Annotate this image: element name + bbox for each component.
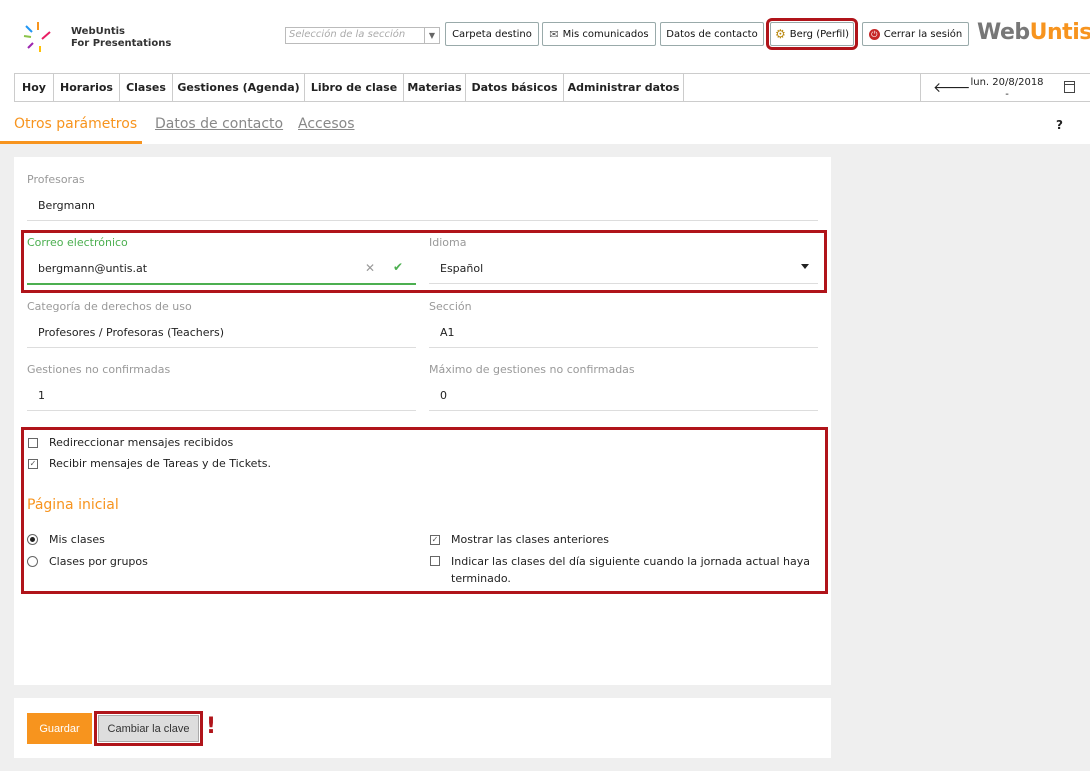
nav-item-subjects[interactable]: Materias	[403, 74, 465, 101]
logo-line2: For Presentations	[71, 38, 172, 49]
logo-text: WebUntis For Presentations	[71, 26, 171, 50]
profile-label: Berg (Perfil)	[789, 28, 850, 40]
max-unconfirmed-label: Máximo de gestiones no confirmadas	[429, 363, 635, 376]
profile-button[interactable]: ⚙ Berg (Perfil)	[766, 18, 858, 50]
teachers-field: Profesoras Bergmann	[27, 157, 818, 221]
date-navigator: 🡐 lun. 20/8/2018 -	[920, 74, 1090, 101]
calendar-icon[interactable]	[1064, 81, 1075, 93]
divider	[27, 410, 416, 411]
nav-item-classes[interactable]: Clases	[119, 74, 172, 101]
max-unconfirmed-field: Máximo de gestiones no confirmadas 0	[429, 347, 818, 411]
envelope-icon: ✉	[549, 27, 559, 41]
unconfirmed-value: 1	[38, 389, 45, 402]
nav-item-admin-data[interactable]: Administrar datos	[563, 74, 684, 101]
my-messages-label: Mis comunicados	[562, 28, 649, 40]
section-value: A1	[440, 326, 455, 339]
divider	[429, 410, 818, 411]
gear-icon: ⚙	[774, 27, 786, 41]
section-label: Sección	[429, 300, 472, 313]
logout-label: Cerrar la sesión	[883, 28, 963, 40]
target-folder-label: Carpeta destino	[452, 28, 532, 40]
brand-logo: WebUntis	[977, 20, 1090, 45]
power-icon: ⏻	[868, 28, 880, 40]
unconfirmed-field: Gestiones no confirmadas 1	[27, 347, 416, 411]
top-header: WebUntis For Presentations Selección de …	[0, 0, 1090, 72]
nav-item-master-data[interactable]: Datos básicos	[465, 74, 563, 101]
highlight-box-options	[21, 427, 828, 594]
nav-item-timetables[interactable]: Horarios	[53, 74, 119, 101]
sub-tabs: Otros parámetros Datos de contacto Acces…	[0, 103, 1090, 144]
teachers-label: Profesoras	[27, 173, 85, 186]
save-button[interactable]: Guardar	[27, 713, 92, 744]
section-select[interactable]: Selección de la sección ▼	[285, 27, 440, 44]
rights-category-value: Profesores / Profesoras (Teachers)	[38, 326, 225, 339]
section-select-placeholder: Selección de la sección	[289, 29, 406, 40]
contact-data-label: Datos de contacto	[666, 28, 758, 40]
chevron-down-icon: ▼	[424, 28, 439, 43]
tab-access[interactable]: Accesos	[298, 116, 355, 132]
teachers-value: Bergmann	[38, 199, 96, 212]
brand-logo-untis: Untis	[1029, 20, 1090, 45]
webuntis-logo-icon	[23, 22, 51, 52]
main-nav: Hoy Horarios Clases Gestiones (Agenda) L…	[14, 73, 1090, 102]
tab-other-parameters[interactable]: Otros parámetros	[14, 116, 137, 132]
brand-logo-web: Web	[977, 20, 1030, 45]
help-icon[interactable]: ?	[1056, 118, 1063, 132]
nav-item-today[interactable]: Hoy	[14, 74, 53, 101]
my-messages-button[interactable]: ✉ Mis comunicados	[542, 22, 656, 46]
section-field: Sección A1	[429, 284, 818, 348]
current-date-sub: -	[1005, 89, 1009, 100]
tab-contact-data[interactable]: Datos de contacto	[155, 116, 283, 132]
exclamation-mark: !	[206, 714, 217, 739]
target-folder-button[interactable]: Carpeta destino	[445, 22, 539, 46]
logo-line1: WebUntis	[71, 26, 126, 37]
unconfirmed-label: Gestiones no confirmadas	[27, 363, 171, 376]
current-date: lun. 20/8/2018 -	[967, 77, 1047, 101]
rights-category-label: Categoría de derechos de uso	[27, 300, 192, 313]
nav-item-classbook[interactable]: Libro de clase	[304, 74, 403, 101]
rights-category-field: Categoría de derechos de uso Profesores …	[27, 284, 416, 348]
contact-data-button[interactable]: Datos de contacto	[660, 22, 764, 46]
nav-item-agenda[interactable]: Gestiones (Agenda)	[172, 74, 304, 101]
arrow-left-icon[interactable]: 🡐	[933, 79, 971, 96]
change-password-button[interactable]: Cambiar la clave	[94, 711, 203, 746]
current-date-text: lun. 20/8/2018	[970, 77, 1044, 88]
logout-button[interactable]: ⏻ Cerrar la sesión	[862, 22, 969, 46]
max-unconfirmed-value: 0	[440, 389, 447, 402]
